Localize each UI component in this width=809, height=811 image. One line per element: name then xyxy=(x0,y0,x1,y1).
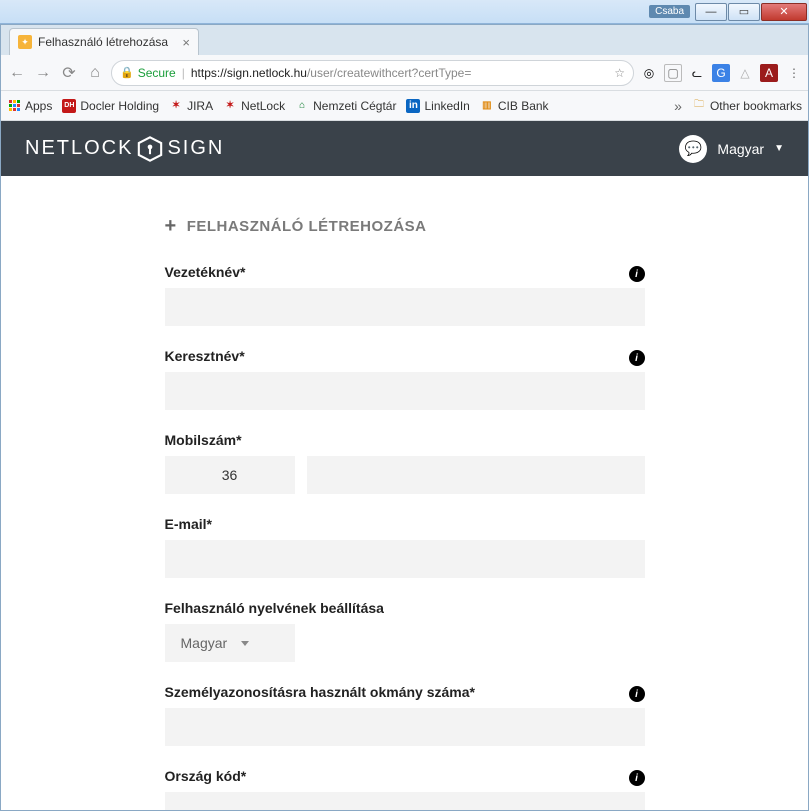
bookmark-linkedin[interactable]: in LinkedIn xyxy=(406,99,469,113)
input-country-code[interactable] xyxy=(165,792,645,810)
plus-icon: + xyxy=(165,216,177,236)
bookmark-cegtar[interactable]: ⌂ Nemzeti Cégtár xyxy=(295,99,396,113)
extension-icon-2[interactable]: ▢ xyxy=(664,64,682,82)
label-lastname: Vezetéknév* xyxy=(165,264,645,280)
input-document-number[interactable] xyxy=(165,708,645,746)
form-heading: + FELHASZNÁLÓ LÉTREHOZÁSA xyxy=(165,216,645,236)
select-language[interactable]: Magyar xyxy=(165,624,295,662)
page-viewport: NETLOCK SIGN 💬 Magyar ▼ + FELHASZNÁLÓ LÉ… xyxy=(1,121,808,810)
input-email[interactable] xyxy=(165,540,645,578)
logo-text-right: SIGN xyxy=(167,137,224,160)
field-document-number: Személyazonosításra használt okmány szám… xyxy=(165,684,645,746)
field-lastname: Vezetéknév* i xyxy=(165,264,645,326)
logo-hex-icon xyxy=(137,136,163,162)
bookmark-label: Nemzeti Cégtár xyxy=(313,99,396,113)
tab-title: Felhasználó létrehozása xyxy=(38,35,168,49)
bookmark-docler[interactable]: DH Docler Holding xyxy=(62,99,159,113)
extension-icon-3[interactable]: ᓚ xyxy=(688,64,706,82)
chevron-down-icon xyxy=(241,641,249,646)
window-close-button[interactable]: ✕ xyxy=(761,3,807,21)
input-mobile-prefix[interactable] xyxy=(165,456,295,494)
info-icon[interactable]: i xyxy=(629,686,645,702)
url-path: /user/createwithcert?certType= xyxy=(307,66,471,80)
reload-button[interactable]: ⟳ xyxy=(59,63,79,83)
form-heading-text: FELHASZNÁLÓ LÉTREHOZÁSA xyxy=(187,218,427,235)
language-label: Magyar xyxy=(717,141,764,157)
field-country-code: Ország kód* i xyxy=(165,768,645,810)
bookmark-label: CIB Bank xyxy=(498,99,549,113)
tab-favicon-icon: ✦ xyxy=(18,35,32,49)
chevron-down-icon: ▼ xyxy=(774,143,784,154)
forward-button[interactable]: → xyxy=(33,64,53,82)
folder-icon: 🗀 xyxy=(692,99,706,113)
lock-icon: 🔒 xyxy=(120,66,134,79)
input-firstname[interactable] xyxy=(165,372,645,410)
window-titlebar: Csaba — ▭ ✕ xyxy=(0,0,809,24)
extension-icon-1[interactable]: ◎ xyxy=(640,64,658,82)
netlock-icon: ✶ xyxy=(223,99,237,113)
back-button[interactable]: ← xyxy=(7,64,27,82)
bookmarks-overflow-icon[interactable]: » xyxy=(674,98,682,114)
address-bar[interactable]: 🔒 Secure | https://sign.netlock.hu /user… xyxy=(111,60,634,86)
label-email: E-mail* xyxy=(165,516,645,532)
window-maximize-button[interactable]: ▭ xyxy=(728,3,760,21)
extension-icon-translate[interactable]: G xyxy=(712,64,730,82)
page-scroll-area[interactable]: NETLOCK SIGN 💬 Magyar ▼ + FELHASZNÁLÓ LÉ… xyxy=(1,121,808,810)
cegtar-icon: ⌂ xyxy=(295,99,309,113)
info-icon[interactable]: i xyxy=(629,266,645,282)
bookmark-star-icon[interactable]: ☆ xyxy=(614,66,625,80)
window-user-badge: Csaba xyxy=(649,5,690,18)
linkedin-icon: in xyxy=(406,99,420,113)
browser-toolbar: ← → ⟳ ⌂ 🔒 Secure | https://sign.netlock.… xyxy=(1,55,808,91)
home-button[interactable]: ⌂ xyxy=(85,64,105,82)
tab-strip: ✦ Felhasználó létrehozása × xyxy=(1,25,808,55)
label-language: Felhasználó nyelvének beállítása xyxy=(165,600,645,616)
input-lastname[interactable] xyxy=(165,288,645,326)
bookmark-other-folder[interactable]: 🗀 Other bookmarks xyxy=(692,99,802,113)
browser-window: ✦ Felhasználó létrehozása × ← → ⟳ ⌂ 🔒 Se… xyxy=(0,24,809,811)
label-firstname: Keresztnév* xyxy=(165,348,645,364)
cib-icon: ▥ xyxy=(480,99,494,113)
bookmark-netlock[interactable]: ✶ NetLock xyxy=(223,99,285,113)
bookmark-apps-label: Apps xyxy=(25,99,52,113)
bookmarks-bar: Apps DH Docler Holding ✶ JIRA ✶ NetLock … xyxy=(1,91,808,121)
chat-bubble-icon: 💬 xyxy=(679,135,707,163)
jira-icon: ✶ xyxy=(169,99,183,113)
apps-grid-icon xyxy=(7,99,21,113)
secure-label: Secure xyxy=(138,66,176,80)
tab-close-icon[interactable]: × xyxy=(182,35,190,50)
bookmark-label: LinkedIn xyxy=(424,99,469,113)
field-email: E-mail* xyxy=(165,516,645,578)
url-separator: | xyxy=(182,66,185,80)
info-icon[interactable]: i xyxy=(629,770,645,786)
field-firstname: Keresztnév* i xyxy=(165,348,645,410)
label-country-code: Ország kód* xyxy=(165,768,645,784)
bookmark-label: NetLock xyxy=(241,99,285,113)
bookmark-cib[interactable]: ▥ CIB Bank xyxy=(480,99,549,113)
field-language: Felhasználó nyelvének beállítása Magyar xyxy=(165,600,645,662)
site-header: NETLOCK SIGN 💬 Magyar ▼ xyxy=(1,121,808,176)
bookmark-label: JIRA xyxy=(187,99,213,113)
site-logo[interactable]: NETLOCK SIGN xyxy=(25,136,224,162)
logo-text-left: NETLOCK xyxy=(25,137,133,160)
extension-icon-pdf[interactable]: A xyxy=(760,64,778,82)
bookmark-other-label: Other bookmarks xyxy=(710,99,802,113)
browser-tab[interactable]: ✦ Felhasználó létrehozása × xyxy=(9,28,199,55)
field-mobile: Mobilszám* xyxy=(165,432,645,494)
bookmark-jira[interactable]: ✶ JIRA xyxy=(169,99,213,113)
label-document-number: Személyazonosításra használt okmány szám… xyxy=(165,684,645,700)
form-container: + FELHASZNÁLÓ LÉTREHOZÁSA Vezetéknév* i … xyxy=(155,216,655,810)
bookmark-label: Docler Holding xyxy=(80,99,159,113)
select-language-value: Magyar xyxy=(181,635,228,651)
language-switcher[interactable]: 💬 Magyar ▼ xyxy=(679,135,784,163)
extension-icon-drive[interactable]: △ xyxy=(736,64,754,82)
url-host: https://sign.netlock.hu xyxy=(191,66,307,80)
window-minimize-button[interactable]: — xyxy=(695,3,727,21)
info-icon[interactable]: i xyxy=(629,350,645,366)
label-mobile: Mobilszám* xyxy=(165,432,645,448)
bookmark-apps[interactable]: Apps xyxy=(7,99,52,113)
docler-icon: DH xyxy=(62,99,76,113)
chrome-menu-icon[interactable]: ⋮ xyxy=(784,64,802,82)
input-mobile-number[interactable] xyxy=(307,456,645,494)
